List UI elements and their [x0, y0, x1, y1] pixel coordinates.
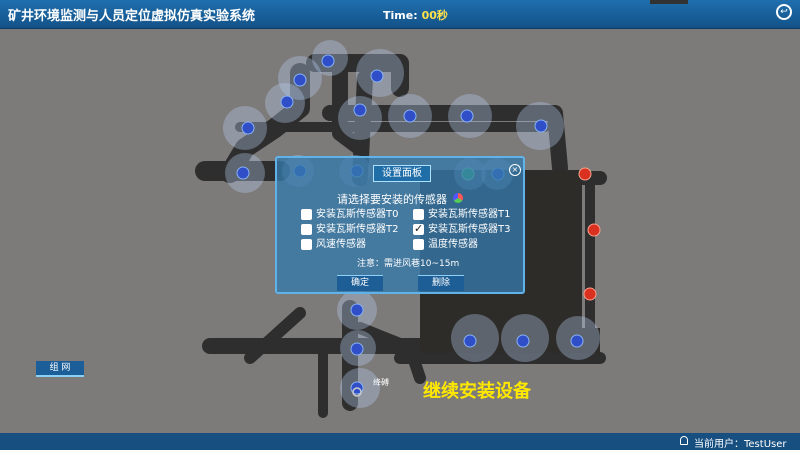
sensor-icon: [460, 109, 474, 123]
sensor-icon: [516, 334, 530, 348]
sensor-icon: [280, 95, 294, 109]
checkbox-wind[interactable]: [301, 239, 312, 250]
delete-button[interactable]: 删除: [418, 275, 464, 291]
option-label: 安装瓦斯传感器T0: [316, 209, 399, 220]
timer: Time: 00秒: [383, 7, 448, 23]
sensor-icon: [570, 334, 584, 348]
title-bar: 矿井环境监测与人员定位虚拟仿真实验系统 Time: 00秒 ↩: [0, 0, 800, 29]
color-wheel-icon: [453, 193, 463, 203]
sensor-icon: [321, 54, 335, 68]
sensor-icon: [587, 223, 601, 237]
panel-title: 设置面板: [373, 165, 431, 182]
sensor-icon: [583, 287, 597, 301]
window-strip: [650, 0, 688, 4]
checkbox-t3[interactable]: [413, 222, 424, 236]
exit-icon[interactable]: ↩: [776, 4, 792, 20]
sensor-icon: [370, 69, 384, 83]
sensor-icon: [534, 119, 548, 133]
sensor-icon: [241, 121, 255, 135]
option-label: 温度传感器: [428, 239, 478, 250]
time-value: 00秒: [421, 9, 448, 22]
option-label: 安装瓦斯传感器T1: [428, 209, 511, 220]
sensor-icon: [578, 167, 592, 181]
checkbox-t2[interactable]: [301, 224, 312, 235]
app-title: 矿井环境监测与人员定位虚拟仿真实验系统: [8, 9, 256, 24]
sensor-icon: [236, 166, 250, 180]
confirm-button[interactable]: 确定: [337, 275, 383, 291]
user-icon: [680, 436, 688, 445]
prompt-text: 请选择要安装的传感器: [337, 193, 447, 206]
sensor-icon: [293, 73, 307, 87]
time-label: Time:: [383, 9, 418, 22]
network-button[interactable]: 组 网: [36, 361, 84, 377]
sensor-icon: [403, 109, 417, 123]
status-message: 继续安装设备: [423, 381, 531, 402]
sensor-icon: [353, 103, 367, 117]
option-label: 安装瓦斯传感器T3: [428, 224, 511, 235]
map-label: 绛磗: [373, 378, 389, 387]
note-text: 注意：需进风巷10~15m: [357, 259, 460, 269]
current-user: 当前用户：TestUser: [694, 439, 787, 450]
option-label: 风速传感器: [316, 239, 366, 250]
settings-panel: 设置面板 × 请选择要安装的传感器 安装瓦斯传感器T0 安装瓦斯传感器T1 安装…: [275, 156, 525, 294]
sensor-icon: [350, 342, 364, 356]
sensor-icon: [350, 303, 364, 317]
sensor-icon: [463, 334, 477, 348]
option-label: 安装瓦斯传感器T2: [316, 224, 399, 235]
checkbox-temp[interactable]: [413, 239, 424, 250]
close-icon[interactable]: ×: [509, 164, 521, 176]
checkbox-t0[interactable]: [301, 209, 312, 220]
checkbox-t1[interactable]: [413, 209, 424, 220]
status-bar: 当前用户：TestUser: [0, 433, 800, 450]
